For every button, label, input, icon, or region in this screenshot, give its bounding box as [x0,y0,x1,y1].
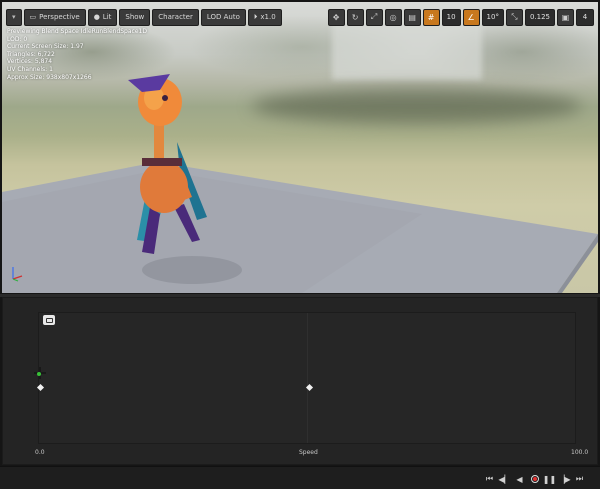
stats-line: Vertices: 5,874 [7,58,53,66]
lit-icon: ● [93,12,100,21]
show-button[interactable]: Show [119,8,151,26]
scale-icon[interactable]: ⤢ [365,8,383,26]
scale-snap-icon[interactable]: ⤡ [505,8,523,26]
perspective-label: Perspective [39,12,80,21]
axis-gizmo-icon [12,267,23,282]
to-end-icon[interactable]: ⏭ [573,472,586,487]
transform-icon[interactable]: ✥ [327,8,345,26]
transport-bar: ⏮ ◀▏ ◀ ❚❚ ▕▶ ⏭ [0,466,600,489]
blend-space-editor: 0.0 Speed 100.0 [2,297,598,465]
grid-toggle-icon [45,317,53,323]
character-shadow [142,256,242,284]
stats-line: Previewing Blend Space IdleRunBlendSpace… [7,28,147,35]
toggle-grid-button[interactable] [43,315,55,325]
lod-button[interactable]: LOD Auto [200,8,246,26]
viewport-snap-toolbar: ✥ ↻ ⤢ ◎ ▤ # 10 ∠ 10° ⤡ 0.125 ▣ 4 [327,8,594,26]
grid-midline [307,313,308,443]
world-local-icon[interactable]: ◎ [384,8,402,26]
speed-icon: ⏵ [253,12,258,21]
grid-snap-value[interactable]: 10 [441,8,461,26]
rotation-snap-value[interactable]: 10° [481,8,504,26]
step-back-icon[interactable]: ◀▏ [498,472,511,487]
show-label: Show [125,12,145,21]
camera-speed-value[interactable]: 4 [576,8,594,26]
axis-name-label: Speed [299,449,318,456]
stats-line: Approx Size: 938x807x1266 [7,73,92,81]
character-button[interactable]: Character [152,8,199,26]
perspective-button[interactable]: ▭ Perspective [23,8,86,26]
scale-snap-value[interactable]: 0.125 [524,8,555,26]
speed-label: x1.0 [260,12,276,21]
animation-editor: ▭Perspective ●Lit Show Character LOD Aut… [0,0,600,489]
record-icon[interactable] [528,472,541,487]
camera-speed-icon[interactable]: ▣ [557,8,574,26]
preview-viewport[interactable]: ▭Perspective ●Lit Show Character LOD Aut… [2,2,598,293]
rotation-snap-icon[interactable]: ∠ [462,8,480,26]
stats-line: UV Channels: 1 [7,65,53,73]
grid-snap-icon[interactable]: # [422,8,440,26]
axis-min-label: 0.0 [35,449,45,456]
perspective-icon: ▭ [29,12,37,21]
step-forward-icon[interactable]: ▕▶ [558,472,571,487]
lit-button[interactable]: ● Lit [87,8,118,26]
character-label: Character [158,12,193,21]
viewport-menu-button[interactable] [6,8,22,26]
axis-max-label: 100.0 [571,449,589,456]
lit-label: Lit [102,12,112,21]
viewport-stats: Previewing Blend Space IdleRunBlendSpace… [7,28,147,81]
stats-line: Current Screen Size: 1.97 [7,43,84,51]
pause-icon[interactable]: ❚❚ [543,472,556,487]
rotate-icon[interactable]: ↻ [346,8,364,26]
viewport-toolbar: ▭Perspective ●Lit Show Character LOD Aut… [6,8,282,26]
preview-crosshair-icon[interactable] [34,367,46,379]
surface-snap-icon[interactable]: ▤ [403,8,421,26]
playback-speed-button[interactable]: ⏵ x1.0 [247,8,282,26]
blend-space-grid[interactable] [38,312,576,444]
to-start-icon[interactable]: ⏮ [483,472,496,487]
transport-controls: ⏮ ◀▏ ◀ ❚❚ ▕▶ ⏭ [483,471,586,487]
lod-label: LOD Auto [206,12,240,21]
play-reverse-icon[interactable]: ◀ [513,472,526,487]
